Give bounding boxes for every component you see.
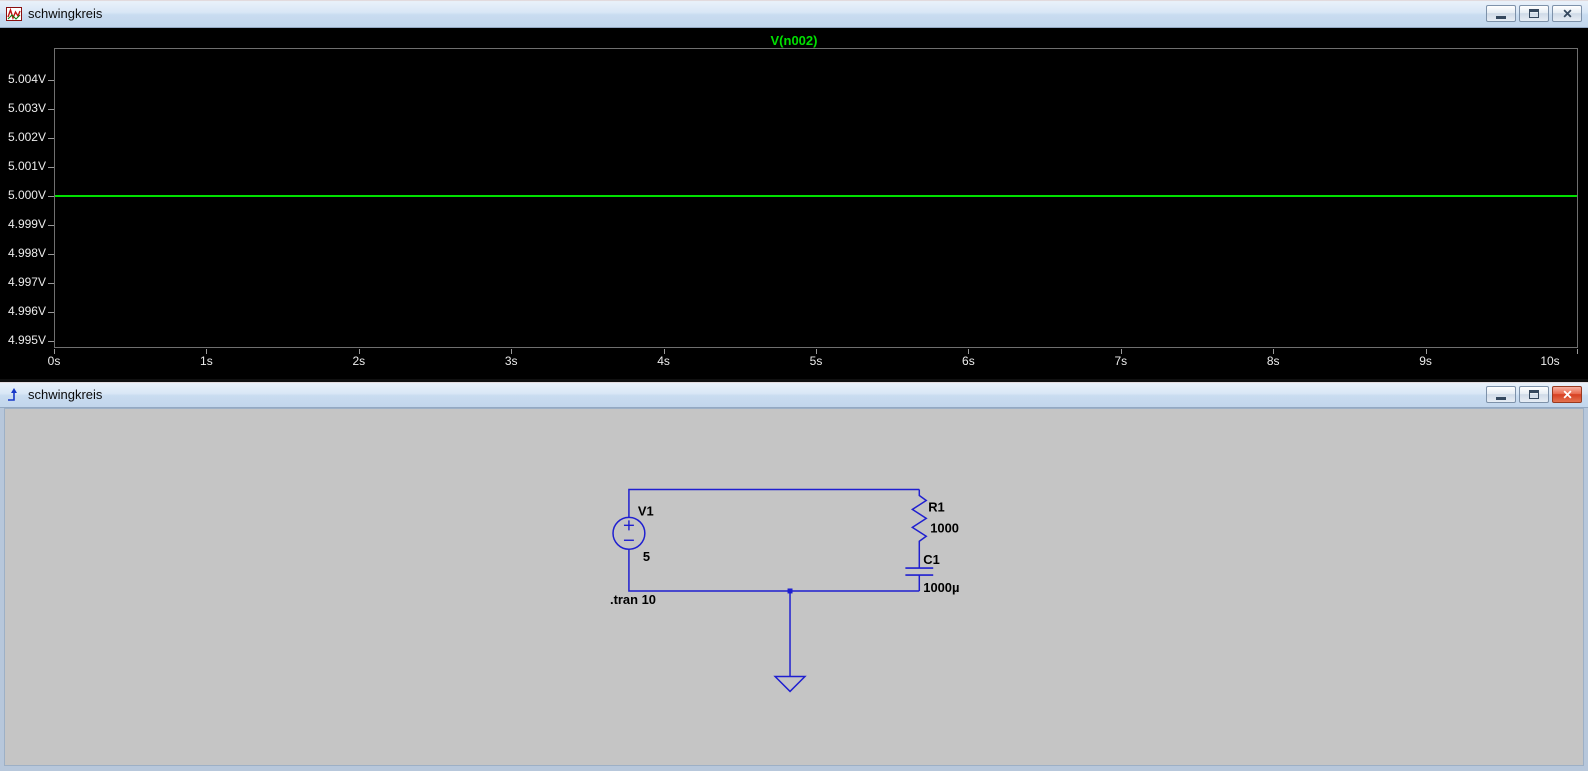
maximize-button[interactable]	[1519, 5, 1549, 22]
y-axis-tick-mark	[48, 167, 54, 168]
c1-value-label[interactable]: 1000µ	[923, 580, 959, 595]
schematic-drawing: V1 5 R1 1000 C1 1000µ .tran 10	[610, 488, 959, 693]
x-axis-tick-label: 1s	[200, 354, 213, 368]
y-axis-tick-label: 4.999V	[7, 217, 46, 231]
x-axis-tick-mark	[968, 349, 970, 354]
c1-ref-label[interactable]: C1	[923, 552, 940, 567]
x-axis-tick-mark	[1273, 349, 1275, 354]
r1-ref-label[interactable]: R1	[928, 499, 945, 514]
plot-box	[54, 48, 1578, 348]
ground-triangle	[773, 675, 807, 693]
plus-icon	[623, 520, 634, 531]
maximize-icon	[1529, 390, 1539, 399]
trace-label[interactable]: V(n002)	[0, 33, 1588, 48]
y-axis-tick-label: 4.995V	[7, 333, 46, 347]
y-axis-tick-label: 4.996V	[7, 304, 46, 318]
v1-ref-label[interactable]: V1	[638, 503, 654, 518]
x-axis-tick-mark	[54, 349, 55, 354]
x-axis-tick-mark	[816, 349, 817, 354]
waveform-plot-area[interactable]: V(n002) 5.004V 5.003V 5.002V 5.001V 5.000V 4.…	[0, 28, 1588, 379]
schematic-canvas[interactable]: V1 5 R1 1000 C1 1000µ .tran 10	[4, 408, 1584, 766]
v1-value-label[interactable]: 5	[643, 549, 650, 564]
y-axis-tick-label: 5.003V	[7, 101, 46, 115]
x-axis-tick-label: 2s	[352, 354, 366, 368]
waveform-window: schwingkreis V(n002) 5.004V 5.003V 5.002V 5…	[0, 0, 1588, 379]
wire-top[interactable]	[628, 488, 920, 518]
minimize-icon	[1496, 396, 1506, 400]
x-axis-tick-label: 8s	[1266, 354, 1280, 368]
x-axis-tick-label: 7s	[1114, 354, 1128, 368]
y-axis-tick-mark	[48, 196, 54, 197]
y-axis-tick-label: 5.001V	[7, 159, 46, 173]
wire-bottom[interactable]	[628, 549, 920, 592]
x-axis-tick-label: 6s	[962, 354, 975, 368]
waveform-titlebar[interactable]: schwingkreis	[0, 0, 1588, 28]
y-axis-tick-mark	[48, 341, 54, 342]
x-axis-tick-mark	[358, 349, 360, 354]
y-axis-tick-mark	[48, 109, 54, 110]
y-axis-tick-mark	[48, 225, 54, 226]
schematic-window-icon[interactable]	[6, 387, 22, 403]
x-axis-tick-label: 3s	[504, 354, 518, 368]
y-axis-tick-mark	[48, 254, 54, 255]
x-axis-tick-mark	[511, 349, 513, 354]
y-axis-tick-label: 5.000V	[7, 188, 46, 202]
minimize-button[interactable]	[1486, 386, 1516, 403]
close-icon	[1562, 9, 1572, 18]
schematic-titlebar[interactable]: schwingkreis	[0, 382, 1588, 408]
spice-directive[interactable]: .tran 10	[610, 592, 656, 607]
x-axis-tick-label: 0s	[47, 354, 61, 368]
schematic-window-title: schwingkreis	[28, 387, 103, 402]
component-v1-voltage-source[interactable]	[612, 516, 646, 550]
r1-value-label[interactable]: 1000	[930, 520, 959, 535]
x-axis-tick-mark	[663, 349, 665, 354]
x-axis-tick-mark	[1425, 349, 1427, 354]
schematic-window-controls	[1486, 386, 1582, 403]
y-axis-tick-label: 5.004V	[7, 72, 46, 86]
y-axis-tick-mark	[48, 312, 54, 313]
x-axis-tick-label: 5s	[809, 354, 823, 368]
x-axis-tick-mark	[206, 349, 208, 354]
y-axis-tick-label: 5.002V	[7, 130, 46, 144]
x-axis-tick-label: 9s	[1419, 354, 1432, 368]
y-axis-tick-mark	[48, 138, 54, 139]
maximize-button[interactable]	[1519, 386, 1549, 403]
maximize-icon	[1529, 9, 1539, 18]
close-button[interactable]	[1552, 5, 1582, 22]
waveform-window-controls	[1486, 5, 1582, 22]
x-axis-tick-label: 4s	[657, 354, 670, 368]
waveform-window-icon[interactable]	[6, 6, 22, 22]
schematic-window: schwingkreis V1 5 R1 1000 C1 1000µ .tran…	[0, 382, 1588, 771]
ground-symbol[interactable]	[773, 590, 807, 693]
minimize-button[interactable]	[1486, 5, 1516, 22]
waveform-window-title: schwingkreis	[28, 6, 103, 21]
y-axis-tick-label: 4.997V	[7, 275, 46, 289]
x-axis-tick-label: 10s	[1540, 354, 1560, 368]
x-axis-tick-mark	[1577, 349, 1578, 354]
minimize-icon	[1496, 15, 1506, 19]
y-axis-tick-mark	[48, 283, 54, 284]
y-axis-tick-mark	[48, 80, 54, 81]
trace-line	[55, 195, 1577, 197]
x-axis-tick-mark	[1120, 349, 1122, 354]
close-icon	[1562, 390, 1572, 399]
y-axis-tick-label: 4.998V	[7, 246, 46, 260]
close-button[interactable]	[1552, 386, 1582, 403]
